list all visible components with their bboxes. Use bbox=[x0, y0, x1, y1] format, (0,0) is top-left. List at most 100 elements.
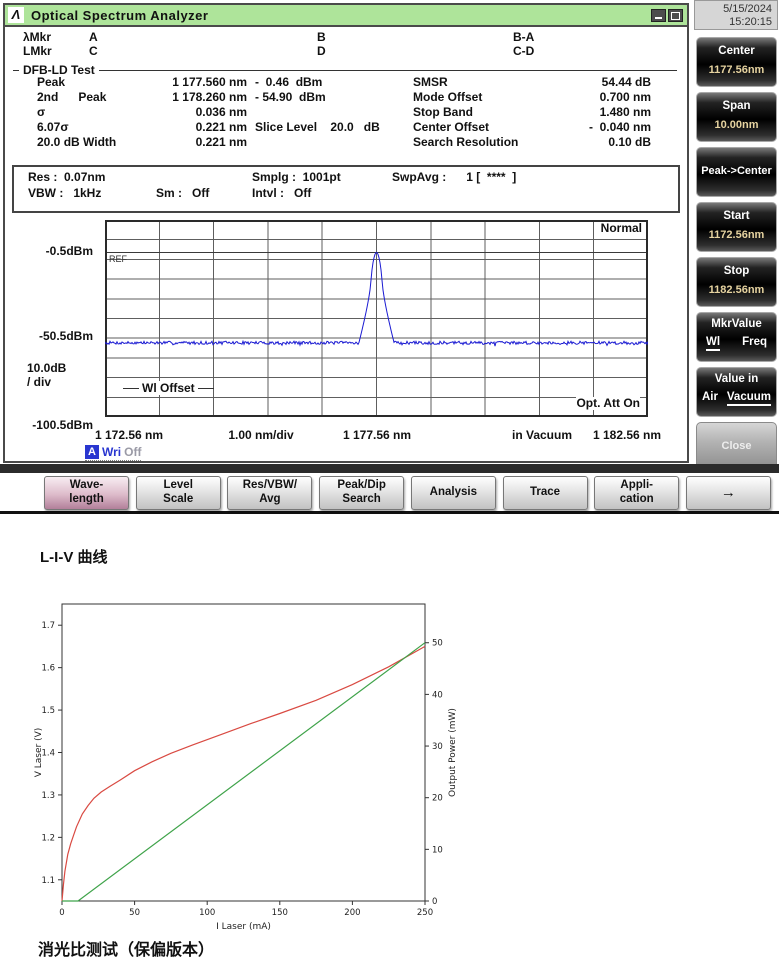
result-name: σ bbox=[37, 105, 46, 119]
setting-intvl: Intvl : Off bbox=[252, 186, 312, 200]
display-mode-label: Normal bbox=[600, 221, 642, 235]
sweep-settings-box: Res : 0.07nm Smplg : 1001pt SwpAvg : 1 [… bbox=[12, 165, 680, 213]
titlebar: Λ Optical Spectrum Analyzer bbox=[5, 5, 687, 27]
opt-att-label: Opt. Att On bbox=[576, 396, 640, 410]
svg-text:50: 50 bbox=[432, 639, 443, 649]
svg-text:0: 0 bbox=[59, 908, 64, 918]
result-value: - 0.040 nm bbox=[588, 120, 651, 134]
result-extra: - 54.90 dBm bbox=[255, 90, 326, 104]
result-value: 1 177.560 nm bbox=[172, 75, 247, 89]
date-label: 5/15/2024 bbox=[723, 3, 772, 15]
value-in-air-option[interactable]: Air bbox=[702, 391, 718, 406]
marker-ba: B-A bbox=[513, 30, 535, 44]
setting-res: Res : 0.07nm bbox=[28, 170, 106, 184]
span-button[interactable]: Span 10.00nm bbox=[696, 92, 777, 142]
result-value: 0.221 nm bbox=[195, 135, 247, 149]
result-name: Stop Band bbox=[413, 105, 473, 119]
svg-text:1.3: 1.3 bbox=[41, 791, 55, 801]
peak-to-center-button[interactable]: Peak->Center bbox=[696, 147, 777, 197]
osa-window: Λ Optical Spectrum Analyzer λMkr A B B-A… bbox=[3, 3, 689, 463]
page: Λ Optical Spectrum Analyzer λMkr A B B-A… bbox=[0, 0, 779, 969]
y-ref-label: -0.5dBm bbox=[45, 244, 93, 258]
svg-text:30: 30 bbox=[432, 742, 443, 752]
result-value: 0.036 nm bbox=[195, 105, 247, 119]
value-in-vacuum-option[interactable]: Vacuum bbox=[726, 391, 771, 406]
menu-wavelength-button[interactable]: Wave-length bbox=[44, 476, 129, 510]
svg-text:200: 200 bbox=[344, 908, 360, 918]
maximize-icon bbox=[671, 11, 680, 20]
result-name: 2nd Peak bbox=[37, 90, 107, 104]
svg-text:0: 0 bbox=[432, 897, 437, 907]
setting-vbw: VBW : 1kHz bbox=[28, 186, 102, 200]
marker-row1-label: λMkr bbox=[23, 30, 52, 44]
result-value: 1.480 nm bbox=[599, 105, 651, 119]
trace-status: A Wri Off bbox=[85, 445, 142, 461]
svg-text:100: 100 bbox=[199, 908, 215, 918]
x-medium-label: in Vacuum bbox=[511, 428, 573, 442]
menu-analysis-button[interactable]: Analysis bbox=[410, 476, 496, 510]
menu-res-vbw-avg-button[interactable]: Res/VBW/Avg bbox=[227, 476, 313, 510]
menu-level-scale-button[interactable]: Level Scale bbox=[135, 476, 221, 510]
menu-application-button[interactable]: Appli-cation bbox=[594, 476, 680, 510]
svg-text:150: 150 bbox=[272, 908, 288, 918]
svg-text:50: 50 bbox=[129, 908, 140, 918]
menu-trace-button[interactable]: Trace bbox=[502, 476, 588, 510]
svg-text:10: 10 bbox=[432, 845, 443, 855]
window-title: Optical Spectrum Analyzer bbox=[31, 7, 209, 23]
result-value: 0.221 nm bbox=[195, 120, 247, 134]
app-logo-icon: Λ bbox=[8, 7, 24, 23]
svg-text:1.2: 1.2 bbox=[41, 833, 55, 843]
stop-button[interactable]: Stop 1182.56nm bbox=[696, 257, 777, 307]
marker-row2-label: LMkr bbox=[23, 44, 52, 58]
trace-state-label: Off bbox=[124, 445, 142, 459]
setting-sm: Sm : Off bbox=[156, 186, 210, 200]
result-value: 0.10 dB bbox=[608, 135, 651, 149]
maximize-button[interactable] bbox=[668, 8, 683, 22]
y-scale-label: 10.0dB / div bbox=[27, 361, 67, 389]
menu-peak-dip-search-button[interactable]: Peak/Dip Search bbox=[319, 476, 405, 510]
tick-line bbox=[197, 387, 214, 389]
result-extra: - 0.46 dBm bbox=[255, 75, 323, 89]
liv-section-heading: L-I-V 曲线 bbox=[40, 549, 108, 566]
result-name: Center Offset bbox=[413, 120, 490, 134]
mkr-value-freq-option[interactable]: Freq bbox=[742, 336, 767, 351]
datetime-display: 5/15/2024 15:20:15 bbox=[694, 0, 778, 30]
value-in-button[interactable]: Value in Air Vacuum bbox=[696, 367, 777, 417]
marker-value-button[interactable]: MkrValue Wl Freq bbox=[696, 312, 777, 362]
svg-text:250: 250 bbox=[417, 908, 433, 918]
svg-text:20: 20 bbox=[432, 794, 443, 804]
er-section-heading: 消光比测试（保偏版本） bbox=[38, 942, 215, 959]
y-bottom-label: -100.5dBm bbox=[32, 418, 93, 432]
marker-c: C bbox=[89, 44, 98, 58]
result-name: 20.0 dB Width bbox=[37, 135, 117, 149]
trace-a-badge: A bbox=[85, 445, 99, 459]
softkey-sidebar: 5/15/2024 15:20:15 Center 1177.56nm Span… bbox=[694, 0, 779, 475]
result-value: 0.700 nm bbox=[599, 90, 651, 104]
mkr-value-wl-option[interactable]: Wl bbox=[706, 336, 721, 351]
start-button[interactable]: Start 1172.56nm bbox=[696, 202, 777, 252]
result-name: Peak bbox=[37, 75, 66, 89]
trace-write-label: Wri bbox=[102, 445, 122, 459]
marker-cd: C-D bbox=[513, 44, 535, 58]
ref-line-label: REF bbox=[109, 254, 127, 264]
result-name: SMSR bbox=[413, 75, 448, 89]
svg-text:1.6: 1.6 bbox=[41, 664, 55, 674]
y-mid-label: -50.5dBm bbox=[38, 329, 93, 343]
svg-text:I Laser (mA): I Laser (mA) bbox=[216, 922, 271, 932]
x-div-label: 1.00 nm/div bbox=[228, 428, 294, 442]
menu-more-arrow-button[interactable]: → bbox=[685, 476, 771, 510]
spectrum-plot: Normal REF Wl Offset Opt. Att On bbox=[105, 220, 648, 417]
minimize-button[interactable] bbox=[651, 8, 666, 22]
x-center-label: 1 177.56 nm bbox=[342, 428, 412, 442]
center-button[interactable]: Center 1177.56nm bbox=[696, 37, 777, 87]
result-name: Search Resolution bbox=[413, 135, 519, 149]
x-start-label: 1 172.56 nm bbox=[94, 428, 164, 442]
menu-divider-bar bbox=[0, 464, 779, 473]
minimize-icon bbox=[655, 16, 662, 19]
function-menu: Wave-length Level Scale Res/VBW/Avg Peak/… bbox=[0, 473, 779, 514]
wl-offset-label: Wl Offset bbox=[123, 381, 214, 395]
liv-chart: 0 50 100 150 200 2501.11.21.31.41.51.61.70102… bbox=[34, 603, 458, 932]
svg-text:Output Power (mW): Output Power (mW) bbox=[448, 708, 458, 797]
time-label: 15:20:15 bbox=[729, 16, 772, 28]
result-extra: Slice Level 20.0 dB bbox=[255, 120, 380, 134]
